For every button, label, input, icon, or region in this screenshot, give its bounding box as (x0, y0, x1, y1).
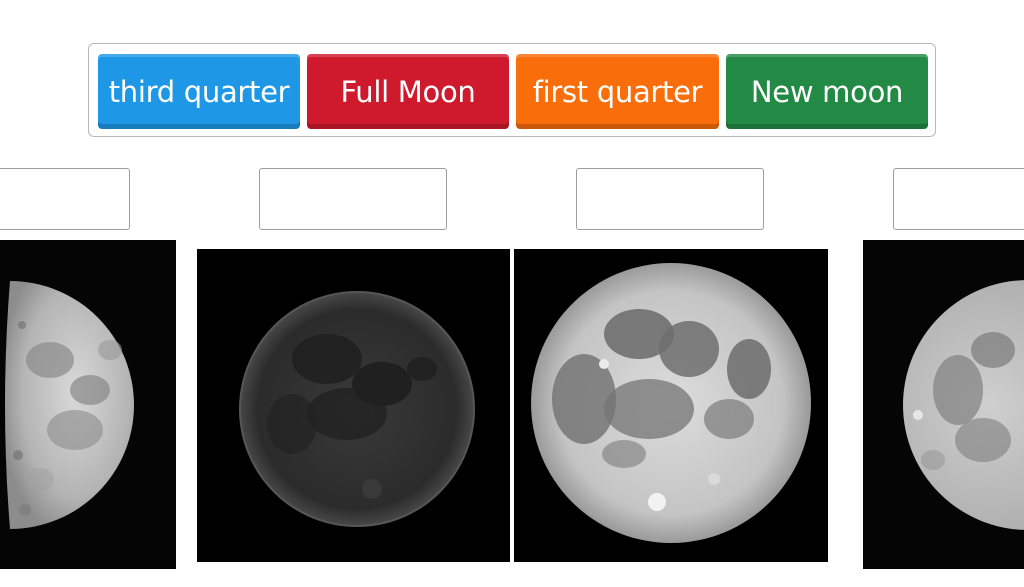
drop-zone-1[interactable] (0, 168, 130, 230)
moon-photo-1 (0, 240, 176, 569)
matching-activity: third quarter Full Moon first quarter Ne… (0, 0, 1024, 587)
tile-first-quarter[interactable]: first quarter (516, 54, 719, 129)
tile-third-quarter[interactable]: third quarter (98, 54, 300, 129)
tile-full-moon[interactable]: Full Moon (307, 54, 509, 129)
moon-photo-3 (514, 249, 828, 562)
moon-photo-2 (197, 249, 510, 562)
drop-zone-3[interactable] (576, 168, 764, 230)
dark-moon-image (197, 249, 510, 562)
gibbous-moon-image (863, 240, 1024, 569)
answer-tile-tray: third quarter Full Moon first quarter Ne… (88, 43, 936, 137)
tile-new-moon[interactable]: New moon (726, 54, 928, 129)
drop-zone-2[interactable] (259, 168, 447, 230)
moon-photo-4 (863, 240, 1024, 569)
half-moon-image (0, 240, 176, 569)
drop-zone-4[interactable] (893, 168, 1024, 230)
full-moon-image (514, 249, 828, 562)
